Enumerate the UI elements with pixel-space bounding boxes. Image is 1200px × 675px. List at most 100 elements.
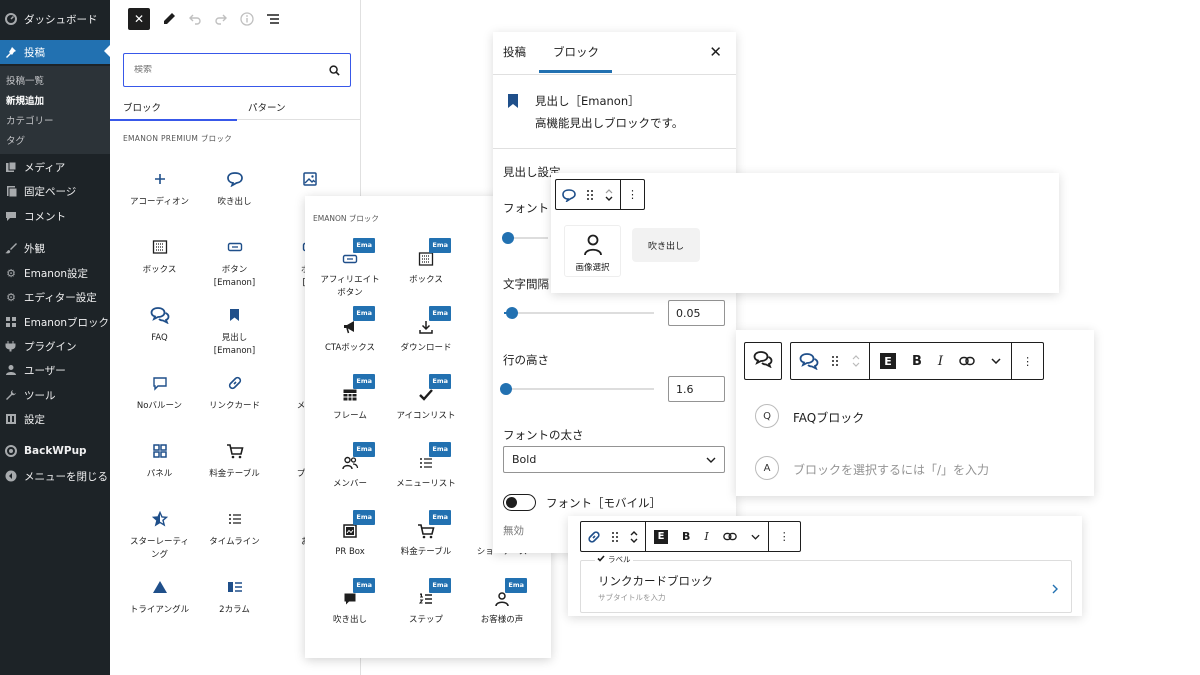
tab-blocks[interactable]: ブロック <box>123 93 161 121</box>
drag-handle-icon[interactable] <box>586 189 594 201</box>
link-subtitle-placeholder[interactable]: サブタイトルを入力 <box>598 592 666 603</box>
menu-editor-settings[interactable]: ⚙ エディター設定 <box>0 286 110 308</box>
speech-bubble-icon[interactable] <box>562 188 576 202</box>
bold-button[interactable]: B <box>912 354 922 369</box>
block-item[interactable]: Ema 吹き出し <box>309 578 391 627</box>
menu-comments[interactable]: コメント <box>0 205 110 227</box>
block-item[interactable]: Ema ボックス <box>385 238 467 287</box>
menu-tools[interactable]: ツール <box>0 384 110 406</box>
more-options-icon[interactable]: ⋮ <box>779 530 790 543</box>
menu-plugins[interactable]: プラグイン <box>0 335 110 357</box>
block-item[interactable]: ボタン [Emanon] <box>197 236 272 290</box>
block-item[interactable]: 見出し [Emanon] <box>197 304 272 358</box>
menu-appearance[interactable]: 外観 <box>0 237 110 259</box>
info-icon[interactable] <box>236 8 258 30</box>
block-item[interactable]: ボックス <box>122 236 197 277</box>
drag-handle-icon[interactable] <box>831 355 839 367</box>
mobile-font-toggle[interactable] <box>503 494 536 511</box>
block-item[interactable]: アコーディオン <box>122 168 197 209</box>
block-item[interactable]: Ema フレーム <box>309 374 391 423</box>
pencil-icon[interactable] <box>158 8 180 30</box>
menu-emanon-blocks[interactable]: Emanonブロック <box>0 311 110 333</box>
menu-emanon-settings[interactable]: ⚙ Emanon設定 <box>0 262 110 284</box>
link-icon[interactable] <box>959 356 975 366</box>
block-item[interactable]: パネル <box>122 440 197 481</box>
emanon-e-icon[interactable]: E <box>880 353 896 369</box>
avatar-select[interactable]: 画像選択 <box>564 225 621 277</box>
block-item[interactable]: 料金テーブル <box>197 440 272 481</box>
slider-knob[interactable] <box>502 232 515 244</box>
block-item[interactable]: Ema ステップ <box>385 578 467 627</box>
redo-icon[interactable] <box>210 8 232 30</box>
block-item[interactable]: Ema 料金テーブル <box>385 510 467 559</box>
submenu-categories[interactable]: カテゴリー <box>6 113 54 127</box>
submenu-add-new[interactable]: 新規追加 <box>6 93 44 107</box>
tab-block[interactable]: ブロック <box>553 44 599 60</box>
block-item[interactable]: FAQ <box>122 304 197 345</box>
tab-patterns[interactable]: パターン <box>248 93 286 121</box>
menu-users[interactable]: ユーザー <box>0 359 110 381</box>
faq-parent-button[interactable] <box>744 342 782 380</box>
menu-media[interactable]: メディア <box>0 156 110 178</box>
block-item[interactable]: Ema メンバー <box>309 442 391 491</box>
link-icon[interactable] <box>722 532 737 541</box>
italic-button[interactable]: I <box>938 354 943 369</box>
block-item[interactable]: Ema CTAボックス <box>309 306 391 355</box>
block-item[interactable]: トライアングル <box>122 576 197 617</box>
undo-icon[interactable] <box>184 8 206 30</box>
block-item[interactable]: Ema お客様の声 <box>461 578 543 627</box>
block-item[interactable]: タイムライン <box>197 508 272 549</box>
block-item[interactable]: リンクカード <box>197 372 272 413</box>
emanon-e-icon[interactable]: E <box>654 529 668 544</box>
faq-icon[interactable] <box>799 352 819 370</box>
block-item[interactable]: Ema メニューリスト <box>385 442 467 491</box>
block-item[interactable]: Noバルーン <box>122 372 197 413</box>
bubble-text[interactable]: 吹き出し <box>632 228 700 262</box>
link-icon[interactable] <box>587 530 601 544</box>
block-search-input[interactable] <box>134 65 329 75</box>
link-label-tag[interactable]: ラベル <box>595 554 633 565</box>
block-item[interactable]: スターレーティ ング <box>122 508 197 562</box>
font-size-slider[interactable] <box>502 232 548 244</box>
chevron-down-icon[interactable] <box>991 358 1001 364</box>
submenu-tags[interactable]: タグ <box>6 133 25 147</box>
move-up-down-icon[interactable] <box>851 353 861 369</box>
menu-pages[interactable]: 固定ページ <box>0 180 110 202</box>
block-item[interactable]: Ema アフィリエイト ボタン <box>309 238 391 300</box>
line-height-input[interactable]: 1.6 <box>668 376 725 402</box>
move-up-down-icon[interactable] <box>604 187 614 203</box>
font-weight-select[interactable]: Bold <box>503 446 725 473</box>
list-view-icon[interactable] <box>262 8 284 30</box>
menu-dashboard[interactable]: ダッシュボード <box>0 8 110 30</box>
close-icon[interactable]: ✕ <box>709 43 722 61</box>
link-card-content[interactable]: ラベル リンクカードブロック サブタイトルを入力 <box>580 554 1072 613</box>
letter-spacing-input[interactable]: 0.05 <box>668 300 725 326</box>
submenu-all-posts[interactable]: 投稿一覧 <box>6 73 44 87</box>
bold-button[interactable]: B <box>682 530 690 543</box>
block-item[interactable]: Ema アイコンリスト <box>385 374 467 423</box>
search-icon[interactable] <box>329 61 340 80</box>
italic-button[interactable]: I <box>704 530 708 543</box>
close-inserter-button[interactable]: ✕ <box>128 8 150 30</box>
drag-handle-icon[interactable] <box>611 531 619 543</box>
line-height-slider[interactable] <box>499 383 654 395</box>
chevron-down-icon[interactable] <box>751 534 760 540</box>
move-up-down-icon[interactable] <box>629 529 639 545</box>
menu-backwpup[interactable]: BackWPup <box>0 440 110 462</box>
letter-spacing-slider[interactable] <box>504 307 654 319</box>
link-title[interactable]: リンクカードブロック <box>598 573 713 589</box>
more-options-icon[interactable]: ⋮ <box>627 188 638 201</box>
block-item[interactable]: 吹き出し <box>197 168 272 209</box>
block-search[interactable] <box>123 53 351 87</box>
slider-knob[interactable] <box>505 307 518 319</box>
more-options-icon[interactable]: ⋮ <box>1022 355 1033 368</box>
faq-question[interactable]: FAQブロック <box>793 409 864 426</box>
faq-answer-placeholder[interactable]: ブロックを選択するには「/」を入力 <box>793 461 989 478</box>
tab-post[interactable]: 投稿 <box>503 44 526 60</box>
block-item[interactable]: 2カラム <box>197 576 272 617</box>
menu-settings[interactable]: 設定 <box>0 408 110 430</box>
slider-knob[interactable] <box>499 383 512 395</box>
block-item[interactable]: Ema PR Box <box>309 510 391 559</box>
menu-collapse[interactable]: メニューを閉じる <box>0 465 110 487</box>
menu-posts[interactable]: 投稿 <box>0 40 110 64</box>
